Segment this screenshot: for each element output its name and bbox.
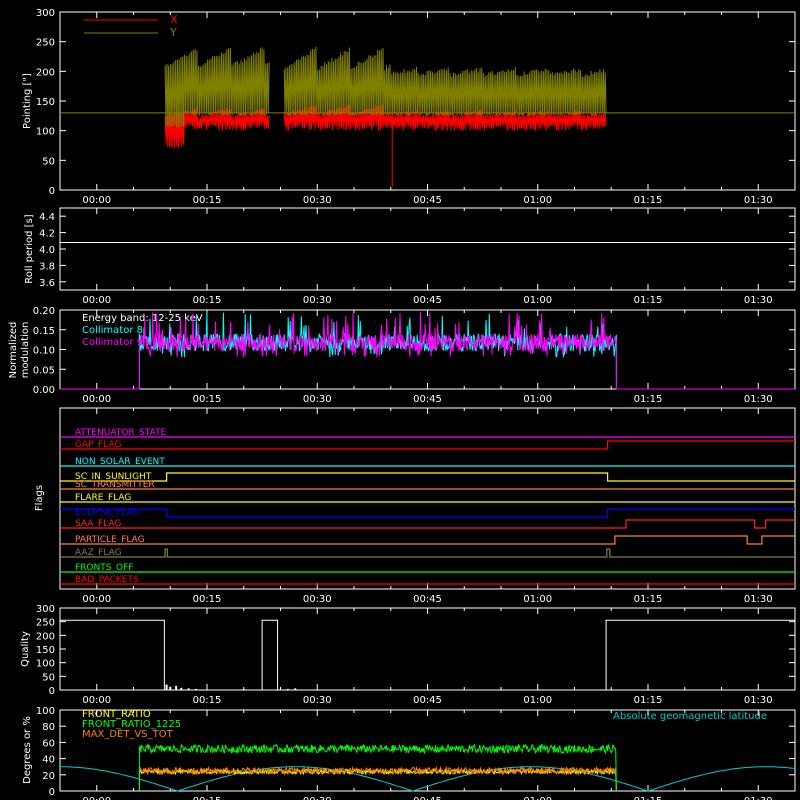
x-tick-label: 01:00 [523,295,552,306]
x-tick-label: 00:30 [303,695,332,706]
x-tick-label: 01:15 [634,394,663,405]
quality-spike [294,688,297,690]
y-tick-label: 100 [36,127,55,138]
legend-collimator-8: Collimator 8 [82,325,143,336]
x-tick-label: 00:15 [193,594,222,605]
panel-modulation-ylabel-line1: Normalized [8,322,19,379]
y-tick-label: 150 [36,645,55,656]
y-tick-label: 200 [36,631,55,642]
quality-spike [187,688,190,690]
y-tick-label: 100 [36,706,55,717]
y-tick-label: 60 [42,738,55,749]
quality-spike [286,688,289,690]
x-tick-label: 01:00 [523,195,552,206]
quality-spike [169,686,172,690]
x-tick-label: 00:15 [193,695,222,706]
x-tick-label: 00:15 [193,195,222,206]
x-tick-label: 00:15 [193,295,222,306]
y-tick-label: 40 [42,755,55,766]
y-tick-label: 50 [42,672,55,683]
quality-spike [175,685,178,690]
x-tick-label: 01:15 [634,594,663,605]
y-tick-label: 0.15 [33,326,55,337]
y-tick-label: 200 [36,67,55,78]
quality-spike [242,689,245,690]
x-tick-label: 00:30 [303,195,332,206]
y-tick-label: 4.0 [39,245,55,256]
x-tick-label: 01:00 [523,594,552,605]
x-tick-label: 00:45 [413,594,442,605]
x-tick-label: 01:00 [523,695,552,706]
x-tick-label: 00:45 [413,695,442,706]
x-tick-label: 00:45 [413,295,442,306]
y-tick-label: 300 [36,604,55,615]
legend-max-det-vs-tot: MAX_DET_VS_TOT [82,729,174,740]
x-tick-label: 01:00 [523,394,552,405]
y-tick-label: 0 [49,686,55,697]
x-tick-label: 01:30 [744,594,773,605]
y-tick-label: 80 [42,722,55,733]
x-tick-label: 01:15 [634,295,663,306]
y-tick-label: 0.20 [33,306,55,317]
y-tick-label: 0.10 [33,346,55,357]
x-tick-label: 00:30 [303,394,332,405]
x-tick-label: 00:00 [82,394,111,405]
y-tick-label: 50 [42,156,55,167]
quality-spike [194,688,197,690]
y-tick-label: 20 [42,771,55,782]
x-tick-label: 01:15 [634,796,663,800]
x-tick-label: 00:30 [303,295,332,306]
energy-band-annotation: Energy band: 12-25 keV [82,313,203,324]
x-tick-label: 01:30 [744,796,773,800]
panel-pointing-ylabel: Pointing ["] [22,73,33,129]
y-tick-label: 250 [36,618,55,629]
legend-geomagnetic-latitude: Absolute geomagnetic latitude [613,711,767,722]
x-tick-label: 00:00 [82,295,111,306]
x-tick-label: 01:30 [744,295,773,306]
panel-flags-ylabel: Flags [34,485,45,511]
panel-modulation-ylabel-line2: modulation [20,322,31,379]
y-tick-label: 0.00 [33,385,55,396]
x-tick-label: 01:30 [744,195,773,206]
y-tick-label: 4.2 [39,229,55,240]
x-tick-label: 00:15 [193,796,222,800]
panel-degrees-ylabel: Degrees or % [22,716,33,784]
panel-quality-ylabel: Quality [20,631,31,667]
x-tick-label: 01:15 [634,695,663,706]
x-tick-label: 01:30 [744,695,773,706]
x-tick-label: 00:30 [303,594,332,605]
quality-spike [165,684,168,690]
y-tick-label: 300 [36,8,55,19]
y-tick-label: 3.6 [39,278,55,289]
legend-y-label: Y [169,26,177,39]
figure: Pointing ["] X Y Roll period [s] Normali… [0,0,800,800]
x-tick-label: 01:30 [744,394,773,405]
legend-collimator-9: Collimator 9 [82,337,143,348]
x-tick-label: 00:00 [82,695,111,706]
y-tick-label: 0 [49,787,55,798]
x-tick-label: 00:00 [82,594,111,605]
x-tick-label: 00:00 [82,796,111,800]
x-tick-label: 00:15 [193,394,222,405]
legend-x-label: X [170,13,178,26]
y-tick-label: 0.05 [33,365,55,376]
x-tick-label: 00:30 [303,796,332,800]
y-tick-label: 0 [49,186,55,197]
y-tick-label: 250 [36,38,55,49]
quality-spike [180,687,183,690]
x-tick-label: 01:00 [523,796,552,800]
y-tick-label: 4.4 [39,212,55,223]
x-tick-label: 00:00 [82,195,111,206]
x-tick-label: 00:45 [413,394,442,405]
x-tick-label: 00:45 [413,195,442,206]
y-tick-label: 100 [36,659,55,670]
y-tick-label: 150 [36,97,55,108]
panel-roll-ylabel: Roll period [s] [24,214,35,283]
x-tick-label: 00:45 [413,796,442,800]
y-tick-label: 3.8 [39,261,55,272]
x-tick-label: 01:15 [634,195,663,206]
